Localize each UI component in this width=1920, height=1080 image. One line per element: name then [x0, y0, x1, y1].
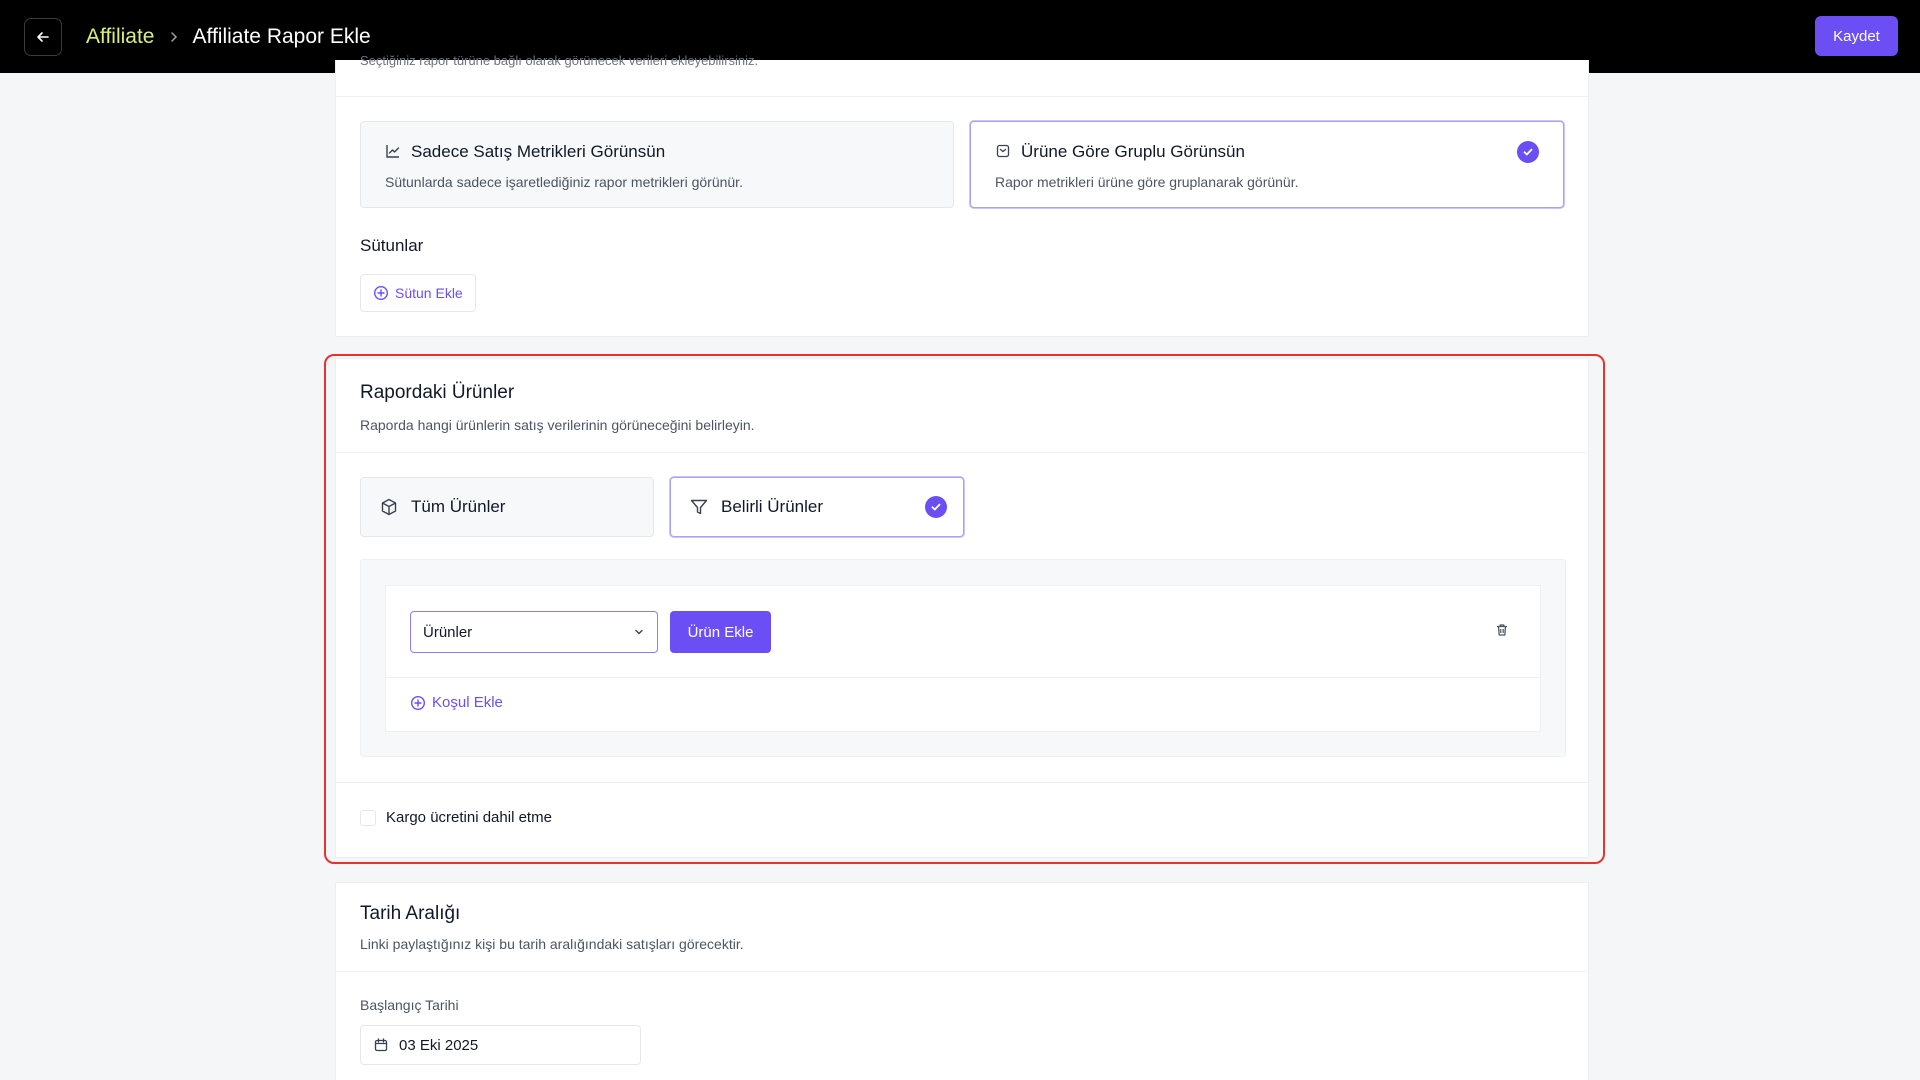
exclude-shipping-checkbox[interactable] — [360, 809, 376, 826]
divider — [336, 452, 1588, 453]
box-icon — [381, 498, 397, 516]
option-sales-metrics-only[interactable]: Sadece Satış Metrikleri Görünsün Sütunla… — [360, 121, 954, 208]
chevron-right-icon — [169, 31, 179, 43]
section-title: Rapordaki Ürünler — [360, 382, 515, 403]
add-product-button[interactable]: Ürün Ekle — [670, 611, 771, 653]
save-button[interactable]: Kaydet — [1815, 16, 1898, 56]
report-products-card: Rapordaki Ürünler Raporda hangi ürünleri… — [335, 358, 1589, 858]
plus-circle-icon — [373, 285, 389, 301]
divider — [386, 677, 1540, 678]
arrow-left-icon — [37, 31, 49, 42]
option-grouped-by-product[interactable]: Ürüne Göre Gruplu Görünsün Rapor metrikl… — [970, 121, 1564, 208]
chevron-down-icon — [635, 629, 643, 635]
section-description: Seçtiğiniz rapor türüne bağlı olarak gör… — [360, 53, 759, 68]
package-icon — [995, 143, 1011, 164]
exclude-shipping-row: Kargo ücretini dahil etme — [360, 809, 552, 826]
option-all-products[interactable]: Tüm Ürünler — [360, 477, 654, 537]
add-column-button[interactable]: Sütun Ekle — [360, 274, 476, 312]
calendar-icon — [374, 1038, 388, 1052]
section-title: Tarih Aralığı — [360, 903, 461, 924]
option-description: Rapor metrikleri ürüne göre gruplanarak … — [995, 174, 1299, 190]
start-date-value: 03 Eki 2025 — [399, 1036, 479, 1054]
start-date-label: Başlangıç Tarihi — [360, 997, 459, 1013]
condition-box: Ürünler Ürün Ekle Koşul Ekle — [385, 585, 1541, 732]
columns-label: Sütunlar — [360, 236, 424, 255]
filter-icon — [690, 499, 708, 515]
display-type-card: Seçtiğiniz rapor türüne bağlı olarak gör… — [335, 53, 1589, 337]
date-range-card: Tarih Aralığı Linki paylaştığınız kişi b… — [335, 882, 1589, 1080]
trash-icon[interactable] — [1494, 622, 1510, 643]
option-specific-products[interactable]: Belirli Ürünler — [670, 477, 964, 537]
option-label: Belirli Ürünler — [721, 497, 824, 516]
check-circle-icon — [925, 496, 947, 518]
section-subtitle: Linki paylaştığınız kişi bu tarih aralığ… — [360, 936, 744, 952]
back-button[interactable] — [24, 17, 62, 56]
chart-line-icon — [385, 143, 401, 164]
divider — [336, 782, 1588, 783]
add-condition-button[interactable]: Koşul Ekle — [410, 694, 503, 711]
divider — [336, 96, 1588, 97]
option-description: Sütunlarda sadece işaretlediğiniz rapor … — [385, 174, 743, 190]
option-title: Sadece Satış Metrikleri Görünsün — [411, 142, 666, 161]
option-title: Ürüne Göre Gruplu Görünsün — [1021, 142, 1245, 161]
option-label: Tüm Ürünler — [411, 497, 506, 516]
breadcrumb-affiliate-link[interactable]: Affiliate — [86, 25, 155, 49]
breadcrumb: Affiliate Affiliate Rapor Ekle — [86, 25, 371, 49]
products-select[interactable]: Ürünler — [410, 611, 658, 653]
add-column-label: Sütun Ekle — [395, 285, 463, 301]
add-condition-label: Koşul Ekle — [432, 694, 503, 711]
divider — [336, 971, 1588, 972]
page-title: Affiliate Rapor Ekle — [192, 24, 371, 48]
plus-circle-icon — [410, 695, 426, 710]
condition-group: Ürünler Ürün Ekle Koşul Ekle — [360, 559, 1566, 757]
section-subtitle: Raporda hangi ürünlerin satış verilerini… — [360, 417, 755, 433]
check-circle-icon — [1517, 141, 1539, 163]
select-value: Ürünler — [423, 623, 473, 641]
exclude-shipping-label[interactable]: Kargo ücretini dahil etme — [386, 809, 552, 826]
start-date-input[interactable]: 03 Eki 2025 — [360, 1025, 641, 1065]
